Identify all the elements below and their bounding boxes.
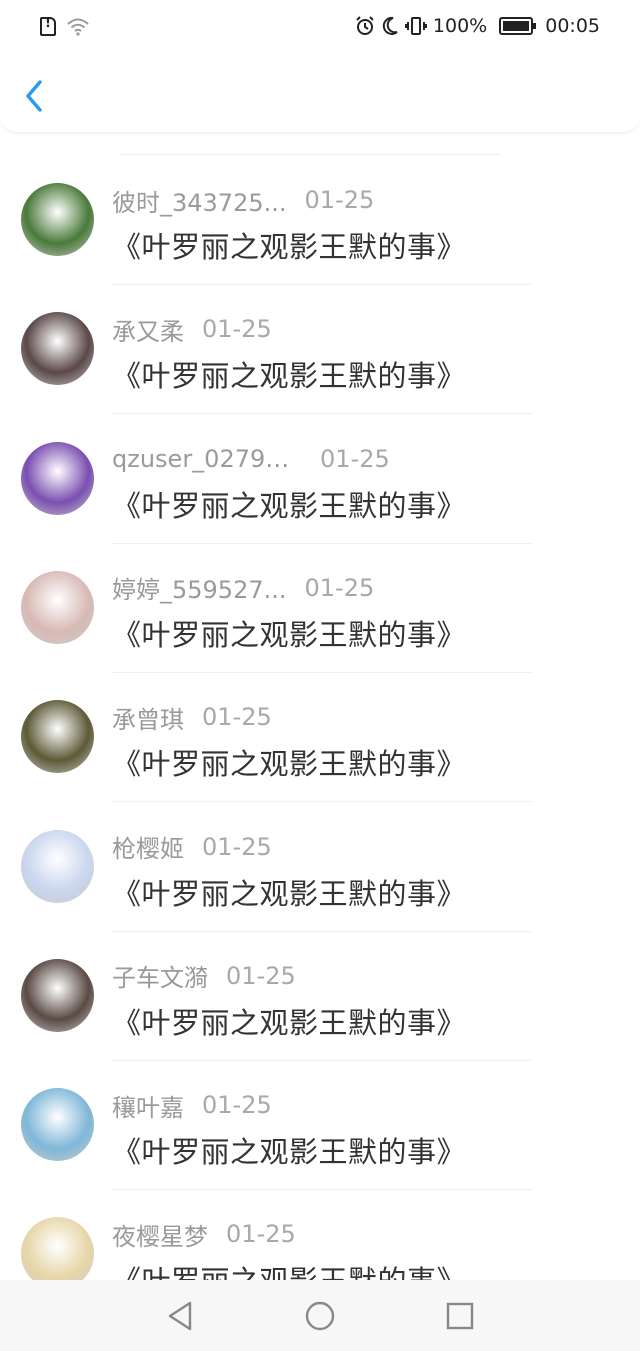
wifi-icon: [66, 16, 90, 36]
post-title[interactable]: 《叶罗丽之观影王默的事》: [112, 353, 466, 395]
avatar[interactable]: [21, 312, 94, 386]
post-title[interactable]: 《叶罗丽之观影王默的事》: [112, 224, 466, 266]
post-title[interactable]: 《叶罗丽之观影王默的事》: [112, 483, 466, 525]
sim-alert-icon: [40, 16, 56, 36]
list-item[interactable]: 承曾琪 01-25 《叶罗丽之观影王默的事》: [0, 673, 640, 803]
post-meta: qzuser_02790... 01-25: [112, 444, 390, 474]
moon-icon: [381, 16, 399, 36]
username[interactable]: 承曾琪: [112, 700, 184, 735]
battery-icon: [499, 17, 537, 35]
system-nav-bar: [0, 1280, 640, 1351]
post-date: 01-25: [202, 1091, 272, 1120]
avatar[interactable]: [21, 958, 94, 1032]
alarm-icon: [355, 16, 375, 36]
back-button[interactable]: [18, 76, 52, 116]
list-item[interactable]: 承又柔 01-25 《叶罗丽之观影王默的事》: [0, 285, 640, 415]
avatar[interactable]: [21, 829, 94, 903]
avatar[interactable]: [21, 1088, 94, 1162]
app-header: [0, 52, 640, 132]
home-circle-icon: [305, 1301, 335, 1330]
post-meta: 子车文漪 01-25: [112, 958, 296, 993]
nav-home-button[interactable]: [290, 1286, 350, 1346]
username[interactable]: 子车文漪: [112, 958, 208, 993]
post-date: 01-25: [202, 703, 272, 732]
avatar[interactable]: [21, 441, 94, 515]
post-date: 01-25: [226, 1220, 296, 1249]
nav-recents-button[interactable]: [430, 1286, 490, 1346]
list-item[interactable]: 彼时_343725... 01-25 《叶罗丽之观影王默的事》: [0, 156, 640, 285]
nav-back-button[interactable]: [150, 1286, 210, 1346]
post-meta: 婷婷_559527... 01-25: [112, 570, 375, 605]
avatar[interactable]: [21, 570, 94, 644]
username[interactable]: 彼时_343725...: [112, 183, 287, 218]
recents-square-icon: [446, 1302, 474, 1329]
list-item[interactable]: 婷婷_559527... 01-25 《叶罗丽之观影王默的事》: [0, 544, 640, 673]
status-right: 100% 00:05: [355, 15, 600, 37]
status-bar: 100% 00:05: [0, 0, 640, 52]
list-item[interactable]: 枪樱姬 01-25 《叶罗丽之观影王默的事》: [0, 803, 640, 932]
post-meta: 枪樱姬 01-25: [112, 829, 272, 864]
avatar[interactable]: [21, 183, 94, 256]
post-meta: 彼时_343725... 01-25: [112, 183, 375, 218]
post-meta: 承又柔 01-25: [112, 312, 272, 347]
post-title[interactable]: 《叶罗丽之观影王默的事》: [112, 871, 466, 913]
post-date: 01-25: [226, 961, 296, 990]
post-date: 01-25: [320, 444, 390, 473]
back-triangle-icon: [168, 1301, 192, 1330]
list-item[interactable]: 穰叶嘉 01-25 《叶罗丽之观影王默的事》: [0, 1061, 640, 1191]
avatar[interactable]: [21, 700, 94, 774]
post-title[interactable]: 《叶罗丽之观影王默的事》: [112, 1000, 466, 1042]
username[interactable]: 夜樱星梦: [112, 1217, 208, 1252]
chevron-left-icon: [26, 80, 42, 112]
post-date: 01-25: [304, 573, 375, 602]
post-title[interactable]: 《叶罗丽之观影王默的事》: [112, 1129, 466, 1171]
battery-percent: 100%: [432, 15, 488, 37]
post-title[interactable]: 《叶罗丽之观影王默的事》: [112, 741, 466, 783]
list-item[interactable]: 子车文漪 01-25 《叶罗丽之观影王默的事》: [0, 932, 640, 1061]
divider: [120, 154, 500, 155]
username[interactable]: 枪樱姬: [112, 829, 184, 864]
vibrate-icon: [404, 16, 427, 36]
post-date: 01-25: [304, 186, 375, 214]
post-date: 01-25: [202, 315, 272, 344]
post-title[interactable]: 《叶罗丽之观影王默的事》: [112, 612, 466, 654]
username[interactable]: 承又柔: [112, 312, 184, 347]
username[interactable]: qzuser_02790...: [112, 445, 302, 473]
clock: 00:05: [545, 15, 600, 37]
username[interactable]: 婷婷_559527...: [112, 570, 287, 605]
post-meta: 穰叶嘉 01-25: [112, 1088, 272, 1123]
status-left: [40, 16, 90, 36]
post-meta: 夜樱星梦 01-25: [112, 1217, 296, 1252]
username[interactable]: 穰叶嘉: [112, 1088, 184, 1123]
post-meta: 承曾琪 01-25: [112, 700, 272, 735]
list-item[interactable]: qzuser_02790... 01-25 《叶罗丽之观影王默的事》: [0, 415, 640, 544]
post-date: 01-25: [202, 832, 272, 861]
